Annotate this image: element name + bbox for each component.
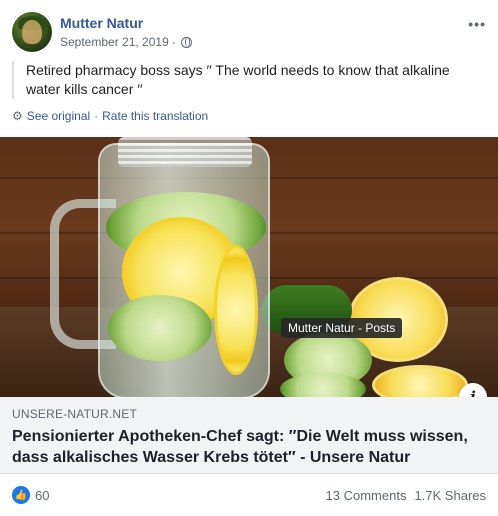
post-footer: 👍 60 13 Comments 1.7K Shares [12,482,486,508]
link-title[interactable]: Pensionierter Apotheken-Chef sagt: ″Die … [12,426,486,468]
translated-post-body: Retired pharmacy boss says ′′ The world … [12,61,486,99]
more-options-icon[interactable]: ••• [468,16,486,32]
like-icon: 👍 [12,486,30,504]
rate-translation-link[interactable]: Rate this translation [102,109,208,123]
meta-separator: · [171,35,176,49]
globe-icon[interactable] [180,36,192,48]
post-date[interactable]: September 21, 2019 [60,35,169,49]
reactions-summary[interactable]: 👍 60 [12,486,49,504]
post-meta: September 21, 2019 · [60,35,192,49]
jar-rim [118,137,252,167]
gear-icon[interactable]: ⚙ [12,109,23,123]
post-text: Retired pharmacy boss says ′′ The world … [26,62,450,97]
engagement-counts: 13 Comments 1.7K Shares [326,488,486,503]
avatar-face [22,20,42,44]
translation-links: ⚙ See original · Rate this translation [12,109,208,123]
cucumber-slice [280,373,366,397]
page-name-link[interactable]: Mutter Natur [60,15,143,31]
see-original-link[interactable]: See original [27,109,90,123]
link-preview-image[interactable] [0,137,498,397]
post-header: Mutter Natur September 21, 2019 · ••• [12,12,486,54]
reaction-count: 60 [35,487,50,503]
translation-separator: · [94,109,99,123]
comments-count[interactable]: 13 Comments [326,488,407,503]
link-domain: UNSERE-NATUR.NET [12,407,137,421]
page-tooltip: Mutter Natur - Posts [281,318,403,338]
page-avatar[interactable] [12,12,52,52]
link-card[interactable]: UNSERE-NATUR.NET Pensionierter Apotheken… [0,397,498,474]
cucumber-slice [108,295,212,361]
shares-count[interactable]: 1.7K Shares [414,488,486,503]
lemon-half [372,365,468,397]
lemon-slice [214,245,258,375]
